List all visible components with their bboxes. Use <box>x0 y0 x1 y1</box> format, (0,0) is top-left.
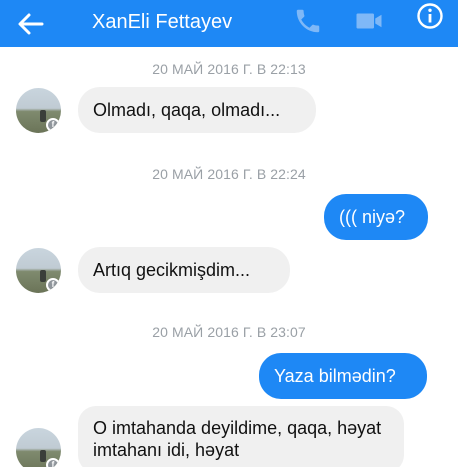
avatar[interactable]: f <box>16 248 61 293</box>
timestamp: 20 МАЙ 2016 Г. В 23:07 <box>152 324 306 340</box>
video-camera-icon[interactable] <box>354 6 384 36</box>
timestamp: 20 МАЙ 2016 Г. В 22:24 <box>152 166 306 182</box>
message-bubble-incoming[interactable]: O imtahanda deyildime, qaqa, həyat imtah… <box>78 406 404 467</box>
avatar-photo <box>40 270 46 282</box>
message-bubble-outgoing[interactable]: ((( niyə? <box>324 194 428 240</box>
avatar[interactable]: f <box>16 88 61 133</box>
phone-icon[interactable] <box>293 6 323 36</box>
back-arrow-icon[interactable] <box>14 8 46 40</box>
avatar[interactable]: f <box>16 428 61 467</box>
facebook-badge-icon: f <box>46 278 60 292</box>
info-icon[interactable] <box>416 2 444 30</box>
timestamp: 20 МАЙ 2016 Г. В 22:13 <box>152 61 306 77</box>
message-bubble-outgoing[interactable]: Yaza bilmədin? <box>259 353 427 399</box>
facebook-badge-icon: f <box>46 118 60 132</box>
message-bubble-incoming[interactable]: Olmadı, qaqa, olmadı... <box>78 87 316 133</box>
facebook-badge-icon: f <box>46 458 60 467</box>
message-bubble-incoming[interactable]: Artıq gecikmişdim... <box>78 247 290 293</box>
chat-header: XanEli Fettayev <box>0 0 458 47</box>
contact-name[interactable]: XanEli Fettayev <box>92 9 232 35</box>
avatar-photo <box>40 450 46 462</box>
avatar-photo <box>40 110 46 122</box>
